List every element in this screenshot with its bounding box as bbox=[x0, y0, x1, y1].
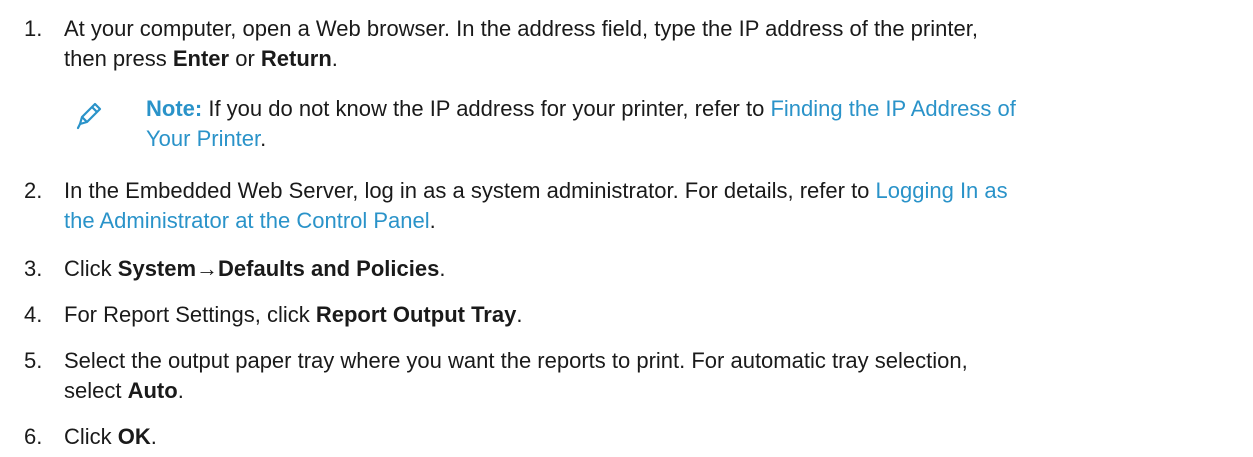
step-text: In the Embedded Web Server, log in as a … bbox=[64, 178, 1008, 233]
note-text: Note: If you do not know the IP address … bbox=[146, 96, 1016, 151]
menu-path-label: System→Defaults and Policies bbox=[117, 256, 440, 281]
step-text: At your computer, open a Web browser. In… bbox=[64, 16, 978, 71]
step-number: 5. bbox=[24, 348, 43, 373]
ok-button-label: OK bbox=[117, 424, 151, 449]
pencil-icon bbox=[76, 102, 102, 130]
procedure-document: 1. At your computer, open a Web browser.… bbox=[0, 0, 1253, 457]
step-text: Click OK. bbox=[64, 424, 157, 449]
step-number: 6. bbox=[24, 424, 43, 449]
step-text: For Report Settings, click Report Output… bbox=[64, 302, 523, 327]
enter-key-label: Enter bbox=[172, 46, 230, 71]
note-label: Note: bbox=[146, 96, 203, 121]
auto-option-label: Auto bbox=[127, 378, 178, 403]
step-number: 2. bbox=[24, 178, 43, 203]
step-text: Click System→Defaults and Policies. bbox=[64, 256, 446, 281]
step-number: 4. bbox=[24, 302, 43, 327]
return-key-label: Return bbox=[260, 46, 332, 71]
step-text: Select the output paper tray where you w… bbox=[64, 348, 968, 403]
step-number: 1. bbox=[24, 16, 43, 41]
report-output-tray-label: Report Output Tray bbox=[315, 302, 517, 327]
step-number: 3. bbox=[24, 256, 43, 281]
